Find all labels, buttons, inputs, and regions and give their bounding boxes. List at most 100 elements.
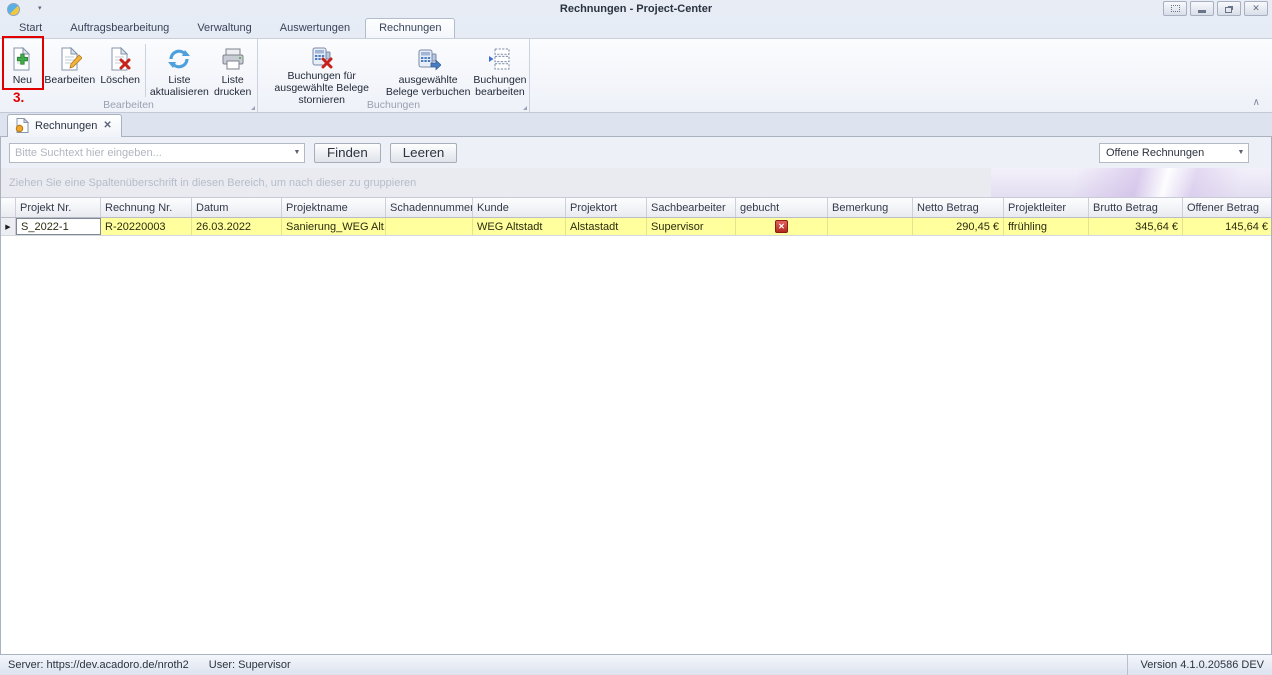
cash-register-book-icon — [415, 45, 441, 73]
application-window: ▾ Rechnungen - Project-Center ✕ Start Au… — [0, 0, 1272, 675]
search-dropdown-icon[interactable]: ▼ — [290, 149, 304, 156]
belege-verbuchen-button[interactable]: ausgewählte Belege verbuchen — [383, 42, 473, 100]
header-projektleiter[interactable]: Projektleiter — [1004, 198, 1089, 217]
minimize-icon — [1198, 10, 1206, 13]
cell-sachbearbeiter[interactable]: Supervisor — [647, 218, 736, 235]
fullscreen-button[interactable] — [1163, 1, 1187, 16]
buchungen-stornieren-button[interactable]: Buchungen für ausgewählte Belege stornie… — [260, 42, 383, 100]
ribbon-tab-start[interactable]: Start — [6, 19, 55, 38]
neu-button-label: Neu — [13, 74, 32, 86]
ribbon-tab-auswertungen[interactable]: Auswertungen — [267, 19, 363, 38]
collapse-ribbon-icon[interactable]: ∧ — [1253, 98, 1260, 108]
cell-schadennummer[interactable] — [386, 218, 473, 235]
liste-aktualisieren-button[interactable]: Liste aktualisieren — [148, 42, 210, 100]
cell-rechnung-nr[interactable]: R-20220003 — [101, 218, 192, 235]
finden-button[interactable]: Finden — [314, 143, 381, 163]
cell-projektort[interactable]: Alstastadt — [566, 218, 647, 235]
bookings-list-icon — [488, 45, 512, 73]
new-document-icon — [10, 45, 34, 73]
cell-kunde[interactable]: WEG Altstadt — [473, 218, 566, 235]
search-input[interactable] — [10, 147, 290, 159]
header-indicator — [1, 198, 16, 217]
header-offener-betrag[interactable]: Offener Betrag — [1183, 198, 1272, 217]
app-icon[interactable] — [7, 3, 20, 16]
neu-button[interactable]: Neu — [2, 42, 43, 100]
document-tab-strip: Rechnungen ✕ — [0, 113, 1272, 136]
bearbeiten-button[interactable]: Bearbeiten — [43, 42, 97, 100]
cell-projektname[interactable]: Sanierung_WEG Alt... — [282, 218, 386, 235]
document-tab-rechnungen[interactable]: Rechnungen ✕ — [7, 114, 122, 137]
content-panel: ▼ Finden Leeren Offene Rechnungen ▼ Zieh… — [0, 136, 1272, 654]
grid-empty-area — [1, 236, 1271, 654]
header-netto-betrag[interactable]: Netto Betrag — [913, 198, 1004, 217]
quick-access-dropdown-icon[interactable]: ▾ — [38, 5, 42, 12]
document-tab-close-icon[interactable]: ✕ — [103, 121, 111, 131]
row-indicator: ▶ — [1, 218, 16, 235]
header-bemerkung[interactable]: Bemerkung — [828, 198, 913, 217]
cell-projekt-nr[interactable]: S_2022-1 — [16, 218, 101, 235]
cash-register-cancel-icon — [309, 45, 335, 69]
status-version: Version 4.1.0.20586 DEV — [1140, 659, 1264, 671]
row-pointer-icon: ▶ — [5, 223, 10, 231]
header-gebucht[interactable]: gebucht — [736, 198, 828, 217]
window-title: Rechnungen - Project-Center — [0, 3, 1272, 15]
edit-document-icon — [58, 45, 82, 73]
window-title-context: Rechnungen - — [560, 3, 636, 15]
not-booked-icon: ✕ — [775, 220, 788, 233]
restore-icon — [1225, 7, 1232, 13]
header-projekt-nr[interactable]: Projekt Nr. — [16, 198, 101, 217]
header-projektname[interactable]: Projektname — [282, 198, 386, 217]
ribbon-group-buchungen-label: Buchungen — [258, 99, 529, 111]
cell-netto-betrag[interactable]: 290,45 € — [913, 218, 1004, 235]
close-icon: ✕ — [1252, 4, 1260, 13]
header-sachbearbeiter[interactable]: Sachbearbeiter — [647, 198, 736, 217]
search-toolbar: ▼ Finden Leeren Offene Rechnungen ▼ — [1, 137, 1271, 168]
leeren-button[interactable]: Leeren — [390, 143, 458, 163]
window-title-app: Project-Center — [636, 3, 712, 15]
filter-dropdown-icon[interactable]: ▼ — [1234, 149, 1248, 156]
search-combo: ▼ — [9, 143, 305, 163]
cell-gebucht[interactable]: ✕ — [736, 218, 828, 235]
ribbon-group-bearbeiten-label: Bearbeiten — [0, 99, 257, 111]
ribbon-tab-verwaltung[interactable]: Verwaltung — [184, 19, 264, 38]
header-schadennummer[interactable]: Schadennummer — [386, 198, 473, 217]
window-controls: ✕ — [1163, 1, 1268, 16]
cell-bemerkung[interactable] — [828, 218, 913, 235]
ribbon-tab-auftragsbearbeitung[interactable]: Auftragsbearbeitung — [57, 19, 182, 38]
loeschen-button-label: Löschen — [100, 74, 140, 86]
liste-aktualisieren-button-label: Liste aktualisieren — [148, 74, 210, 98]
minimize-button[interactable] — [1190, 1, 1214, 16]
cell-offener-betrag[interactable]: 145,64 € — [1183, 218, 1272, 235]
decorative-swoosh — [991, 168, 1271, 197]
liste-drucken-button[interactable]: Liste drucken — [210, 42, 255, 100]
ribbon-group-buchungen: Buchungen für ausgewählte Belege stornie… — [258, 39, 530, 112]
invoice-filter-value: Offene Rechnungen — [1100, 147, 1234, 159]
refresh-icon — [167, 45, 191, 73]
restore-button[interactable] — [1217, 1, 1241, 16]
ribbon-tab-rechnungen[interactable]: Rechnungen — [365, 18, 455, 38]
loeschen-button[interactable]: Löschen — [97, 42, 144, 100]
belege-verbuchen-button-label: ausgewählte Belege verbuchen — [383, 74, 473, 98]
title-bar: ▾ Rechnungen - Project-Center ✕ — [0, 0, 1272, 17]
header-projektort[interactable]: Projektort — [566, 198, 647, 217]
bearbeiten-button-label: Bearbeiten — [44, 74, 95, 86]
buchungen-bearbeiten-button[interactable]: Buchungen bearbeiten — [473, 42, 527, 100]
header-rechnung-nr[interactable]: Rechnung Nr. — [101, 198, 192, 217]
ribbon: Neu Bearbeiten — [0, 38, 1272, 113]
header-kunde[interactable]: Kunde — [473, 198, 566, 217]
header-brutto-betrag[interactable]: Brutto Betrag — [1089, 198, 1183, 217]
ribbon-group-bearbeiten: Neu Bearbeiten — [0, 39, 258, 112]
table-row[interactable]: ▶ S_2022-1 R-20220003 26.03.2022 Sanieru… — [1, 218, 1271, 236]
cell-projektleiter[interactable]: ffrühling — [1004, 218, 1089, 235]
group-by-panel[interactable]: Ziehen Sie eine Spaltenüberschrift in di… — [1, 168, 1271, 198]
ribbon-tab-bar: Start Auftragsbearbeitung Verwaltung Aus… — [0, 17, 1272, 38]
invoice-filter-combo[interactable]: Offene Rechnungen ▼ — [1099, 143, 1249, 163]
ribbon-separator — [145, 44, 146, 97]
cell-brutto-betrag[interactable]: 345,64 € — [1089, 218, 1183, 235]
document-tab-label: Rechnungen — [35, 120, 97, 132]
close-button[interactable]: ✕ — [1244, 1, 1268, 16]
group-by-hint: Ziehen Sie eine Spaltenüberschrift in di… — [9, 177, 416, 189]
header-datum[interactable]: Datum — [192, 198, 282, 217]
status-bar: Server: https://dev.acadoro.de/nroth2 Us… — [0, 654, 1272, 675]
cell-datum[interactable]: 26.03.2022 — [192, 218, 282, 235]
